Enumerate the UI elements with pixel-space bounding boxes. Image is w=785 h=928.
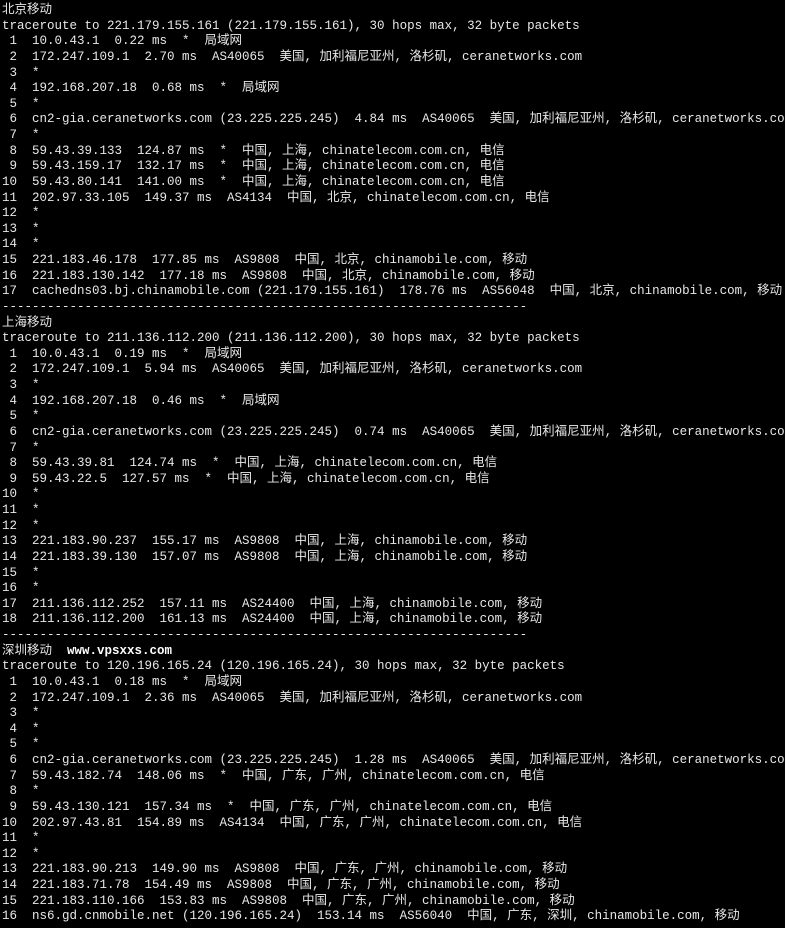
hop-line: 2 172.247.109.1 2.36 ms AS40065 美国, 加利福尼… <box>2 691 783 707</box>
hop-line: 9 59.43.159.17 132.17 ms * 中国, 上海, china… <box>2 159 783 175</box>
hop-line: 10 * <box>2 487 783 503</box>
hop-line: 14 * <box>2 237 783 253</box>
hop-line: 10 59.43.80.141 141.00 ms * 中国, 上海, chin… <box>2 175 783 191</box>
hop-line: 9 59.43.22.5 127.57 ms * 中国, 上海, chinate… <box>2 472 783 488</box>
hop-line: 7 * <box>2 441 783 457</box>
hop-line: 15 221.183.46.178 177.85 ms AS9808 中国, 北… <box>2 253 783 269</box>
traceroute-header: traceroute to 211.136.112.200 (211.136.1… <box>2 331 783 347</box>
watermark-text: www.vpsxxs.com <box>52 644 172 658</box>
hop-line: 13 221.183.90.237 155.17 ms AS9808 中国, 上… <box>2 534 783 550</box>
hop-line: 4 192.168.207.18 0.68 ms * 局域网 <box>2 81 783 97</box>
hop-line: 7 59.43.182.74 148.06 ms * 中国, 广东, 广州, c… <box>2 769 783 785</box>
hop-line: 13 221.183.90.213 149.90 ms AS9808 中国, 广… <box>2 862 783 878</box>
hop-line: 11 * <box>2 831 783 847</box>
hop-line: 16 ns6.gd.cnmobile.net (120.196.165.24) … <box>2 909 783 925</box>
hop-line: 17 211.136.112.252 157.11 ms AS24400 中国,… <box>2 597 783 613</box>
hop-line: 14 221.183.71.78 154.49 ms AS9808 中国, 广东… <box>2 878 783 894</box>
hop-line: 11 * <box>2 503 783 519</box>
hop-line: 6 cn2-gia.ceranetworks.com (23.225.225.2… <box>2 425 783 441</box>
hop-line: 5 * <box>2 409 783 425</box>
hop-line: 8 59.43.39.133 124.87 ms * 中国, 上海, china… <box>2 144 783 160</box>
hop-line: 9 59.43.130.121 157.34 ms * 中国, 广东, 广州, … <box>2 800 783 816</box>
hop-line: 12 * <box>2 206 783 222</box>
hop-line: 18 211.136.112.200 161.13 ms AS24400 中国,… <box>2 612 783 628</box>
hop-line: 16 221.183.130.142 177.18 ms AS9808 中国, … <box>2 269 783 285</box>
hop-line: 13 * <box>2 222 783 238</box>
title-text: 北京移动 <box>2 3 52 17</box>
traceroute-header: traceroute to 221.179.155.161 (221.179.1… <box>2 19 783 35</box>
dash-separator: ----------------------------------------… <box>2 628 783 644</box>
block-title: 北京移动 <box>2 3 783 19</box>
hop-line: 7 * <box>2 128 783 144</box>
hop-line: 3 * <box>2 66 783 82</box>
hop-line: 6 cn2-gia.ceranetworks.com (23.225.225.2… <box>2 753 783 769</box>
hop-line: 3 * <box>2 378 783 394</box>
hop-line: 5 * <box>2 97 783 113</box>
hop-line: 15 221.183.110.166 153.83 ms AS9808 中国, … <box>2 894 783 910</box>
hop-line: 14 221.183.39.130 157.07 ms AS9808 中国, 上… <box>2 550 783 566</box>
hop-line: 8 * <box>2 784 783 800</box>
hop-line: 2 172.247.109.1 5.94 ms AS40065 美国, 加利福尼… <box>2 362 783 378</box>
traceroute-header: traceroute to 120.196.165.24 (120.196.16… <box>2 659 783 675</box>
hop-line: 4 * <box>2 722 783 738</box>
hop-line: 11 202.97.33.105 149.37 ms AS4134 中国, 北京… <box>2 191 783 207</box>
hop-line: 15 * <box>2 566 783 582</box>
hop-line: 2 172.247.109.1 2.70 ms AS40065 美国, 加利福尼… <box>2 50 783 66</box>
hop-line: 1 10.0.43.1 0.18 ms * 局域网 <box>2 675 783 691</box>
hop-line: 10 202.97.43.81 154.89 ms AS4134 中国, 广东,… <box>2 816 783 832</box>
hop-line: 3 * <box>2 706 783 722</box>
title-text: 深圳移动 <box>2 644 52 658</box>
hop-line: 1 10.0.43.1 0.19 ms * 局域网 <box>2 347 783 363</box>
dash-separator: ----------------------------------------… <box>2 300 783 316</box>
block-title: 深圳移动 www.vpsxxs.com <box>2 644 783 660</box>
block-title: 上海移动 <box>2 316 783 332</box>
hop-line: 12 * <box>2 847 783 863</box>
hop-line: 1 10.0.43.1 0.22 ms * 局域网 <box>2 34 783 50</box>
terminal-output: 北京移动 traceroute to 221.179.155.161 (221.1… <box>0 0 785 928</box>
hop-line: 4 192.168.207.18 0.46 ms * 局域网 <box>2 394 783 410</box>
hop-line: 6 cn2-gia.ceranetworks.com (23.225.225.2… <box>2 112 783 128</box>
hop-line: 12 * <box>2 519 783 535</box>
hop-line: 16 * <box>2 581 783 597</box>
hop-line: 17 cachedns03.bj.chinamobile.com (221.17… <box>2 284 783 300</box>
title-text: 上海移动 <box>2 316 52 330</box>
hop-line: 8 59.43.39.81 124.74 ms * 中国, 上海, chinat… <box>2 456 783 472</box>
hop-line: 5 * <box>2 737 783 753</box>
